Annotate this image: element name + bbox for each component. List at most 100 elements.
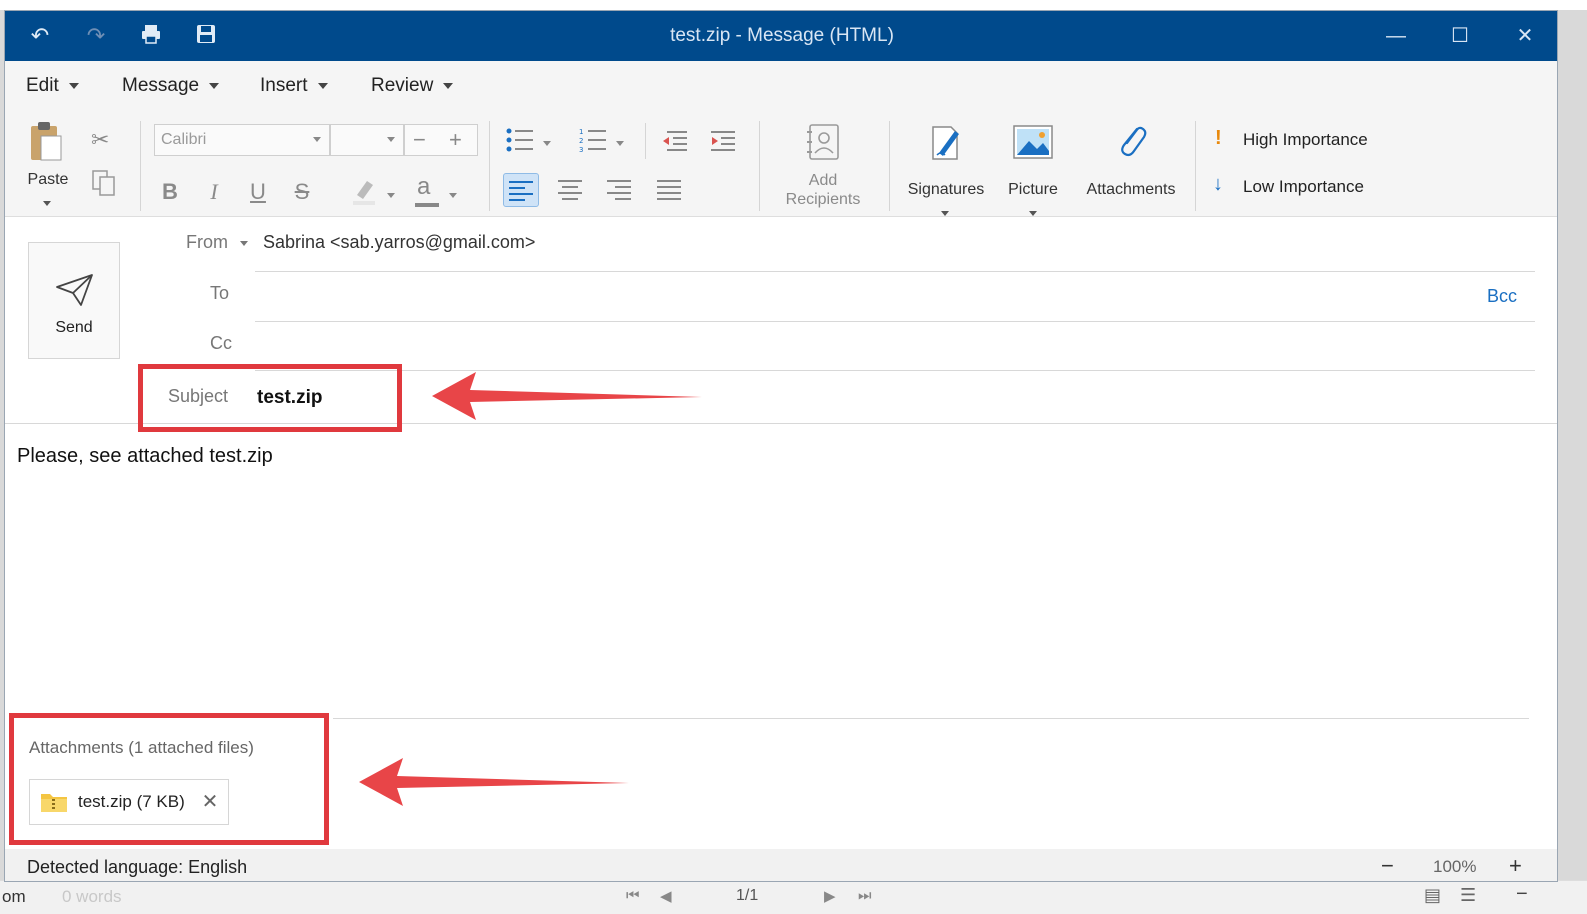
undo-icon[interactable]: ↶	[27, 23, 53, 49]
cc-label[interactable]: Cc	[210, 333, 232, 354]
bullet-list-button[interactable]	[505, 127, 555, 155]
prev-page-icon[interactable]: ◀	[660, 887, 672, 905]
last-page-icon[interactable]: ⏭	[858, 887, 872, 904]
align-left-button[interactable]	[503, 173, 539, 207]
font-size-select[interactable]	[330, 124, 404, 156]
bcc-link[interactable]: Bcc	[1487, 286, 1517, 307]
align-right-icon[interactable]	[606, 179, 632, 201]
menu-insert[interactable]: Insert	[260, 73, 328, 99]
window-title: test.zip - Message (HTML)	[670, 25, 894, 46]
first-page-icon[interactable]: ⏮	[626, 887, 640, 904]
to-divider	[255, 321, 1535, 322]
arrow-down-icon: ↓	[1213, 173, 1223, 195]
font-color-button[interactable]: a	[413, 173, 463, 209]
to-field[interactable]	[263, 277, 1463, 313]
menu-review[interactable]: Review	[371, 73, 454, 99]
increase-indent-icon[interactable]	[709, 129, 737, 153]
menu-bar: Edit Message Insert Review	[5, 61, 1557, 111]
low-importance-label: Low Importance	[1243, 177, 1364, 196]
paste-label: Paste	[27, 171, 69, 188]
menu-message[interactable]: Message	[122, 73, 220, 99]
menu-insert-label: Insert	[260, 75, 308, 96]
status-bar: Detected language: English − 100% +	[5, 849, 1557, 881]
message-body[interactable]: Please, see attached test.zip	[17, 445, 273, 468]
paperclip-icon	[1121, 126, 1147, 157]
justify-icon[interactable]	[656, 179, 682, 201]
italic-icon[interactable]: I	[199, 177, 229, 207]
maximize-button[interactable]: ☐	[1440, 21, 1480, 51]
address-book-icon	[807, 124, 839, 160]
exclamation-icon: !	[1215, 127, 1222, 149]
menu-message-label: Message	[122, 75, 200, 96]
to-label[interactable]: To	[210, 283, 229, 304]
signatures-label: Signatures	[907, 181, 985, 198]
signature-icon	[932, 126, 959, 160]
from-selector[interactable]: From	[186, 232, 256, 258]
background-app-statusbar: om 0 words ⏮ ◀ 1/1 ▶ ⏭ ▤ ☰ −	[0, 880, 1587, 914]
increase-font-size-icon[interactable]: +	[449, 125, 462, 155]
minimize-button[interactable]: —	[1376, 21, 1416, 51]
svg-text:2: 2	[579, 137, 583, 145]
send-button[interactable]: Send	[28, 242, 120, 359]
signatures-button[interactable]: Signatures	[901, 121, 991, 217]
highlighter-icon	[353, 181, 375, 205]
subject-arrow-icon	[432, 372, 702, 420]
web-layout-icon[interactable]: ☰	[1460, 885, 1476, 906]
background-zoom-out-icon[interactable]: −	[1516, 883, 1528, 906]
background-word-count: 0 words	[62, 887, 122, 906]
zoom-level: 100%	[1433, 857, 1477, 876]
chevron-down-icon	[317, 82, 328, 89]
copy-icon[interactable]	[91, 169, 117, 197]
chevron-down-icon	[387, 193, 395, 199]
decrease-indent-icon[interactable]	[661, 129, 689, 153]
numbered-list-button[interactable]: 123	[578, 127, 628, 155]
picture-icon	[1013, 125, 1053, 159]
align-center-icon[interactable]	[557, 179, 583, 201]
next-page-icon[interactable]: ▶	[824, 887, 836, 905]
ribbon-separator	[889, 121, 890, 211]
cc-field[interactable]	[263, 327, 1523, 363]
save-icon[interactable]	[193, 23, 219, 49]
high-importance-button[interactable]: ! High Importance	[1211, 127, 1411, 155]
send-label: Send	[55, 319, 93, 336]
redo-icon[interactable]: ↷	[83, 23, 109, 49]
attachments-highlight-box	[9, 713, 329, 845]
strikethrough-icon[interactable]: S	[287, 177, 317, 207]
ribbon-separator	[759, 121, 760, 211]
menu-edit[interactable]: Edit	[26, 73, 79, 99]
zoom-in-icon[interactable]: +	[1509, 853, 1522, 879]
background-fragment-text: om	[2, 887, 26, 906]
attachments-divider	[333, 718, 1529, 719]
font-family-select[interactable]: Calibri	[154, 124, 330, 156]
chevron-down-icon	[68, 82, 79, 89]
print-layout-icon[interactable]: ▤	[1424, 885, 1441, 906]
clipboard-icon	[31, 122, 62, 161]
underline-icon[interactable]: U	[243, 177, 273, 207]
chevron-down-icon	[43, 201, 51, 207]
subject-highlight-box	[138, 364, 402, 432]
highlight-color-button[interactable]	[351, 177, 401, 209]
attachments-button[interactable]: Attachments	[1081, 121, 1181, 213]
bold-icon[interactable]: B	[155, 177, 185, 207]
zoom-out-icon[interactable]: −	[1381, 853, 1394, 879]
picture-button[interactable]: Picture	[995, 121, 1071, 217]
add-recipients-button[interactable]: Add Recipients	[773, 121, 873, 213]
font-color-swatch	[415, 203, 439, 207]
cut-icon[interactable]: ✂	[91, 127, 115, 152]
paste-button[interactable]: Paste	[25, 119, 71, 207]
ribbon-separator	[489, 121, 490, 211]
chevron-down-icon	[616, 141, 624, 147]
chevron-down-icon	[543, 141, 551, 147]
add-recipients-label: Add Recipients	[785, 172, 861, 208]
low-importance-button[interactable]: ↓ Low Importance	[1211, 173, 1411, 201]
title-bar: test.zip - Message (HTML) ↶ ↷ — ☐ ✕	[5, 11, 1557, 61]
print-icon[interactable]	[138, 23, 164, 49]
svg-text:3: 3	[579, 146, 583, 153]
chevron-down-icon	[941, 211, 949, 217]
decrease-font-size-icon[interactable]: −	[413, 125, 426, 155]
paper-plane-icon	[56, 274, 93, 306]
page-indicator: 1/1	[736, 887, 759, 904]
font-family-value: Calibri	[161, 131, 207, 148]
close-button[interactable]: ✕	[1505, 21, 1545, 51]
font-size-stepper: − +	[404, 124, 478, 156]
